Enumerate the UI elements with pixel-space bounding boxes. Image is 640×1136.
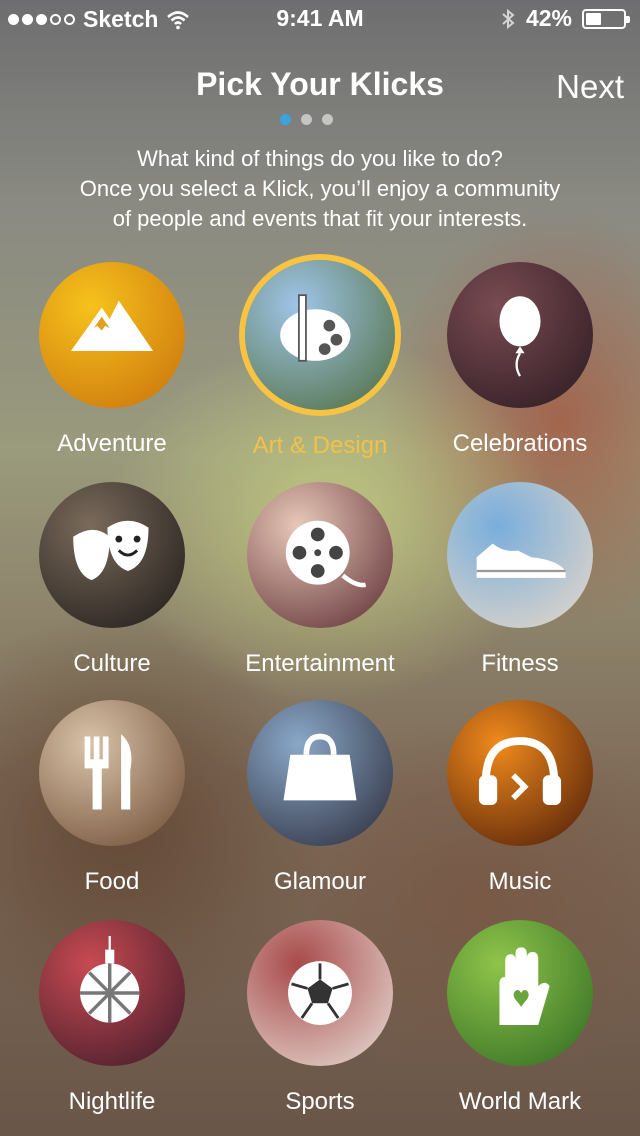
klick-image[interactable] [447, 482, 593, 628]
page-title: Pick Your Klicks [196, 66, 444, 102]
palette-brush-icon [280, 294, 351, 362]
klick-label: Entertainment [245, 650, 395, 677]
disco-ball-icon [80, 935, 140, 1023]
klick-label: Adventure [57, 430, 167, 457]
intro-text: What kind of things do you like to do? O… [0, 144, 640, 234]
klick-tile[interactable]: Food [12, 700, 212, 896]
page-dot [280, 114, 291, 125]
klick-label: Nightlife [68, 1088, 156, 1115]
klick-label: Food [84, 868, 140, 895]
page-indicator [280, 114, 333, 125]
status-bar: Sketch 9:41 AM 42% [0, 0, 640, 40]
klick-label: Glamour [273, 868, 367, 895]
theater-masks-icon [73, 520, 149, 581]
klick-image[interactable] [39, 700, 185, 846]
klick-tile[interactable]: World Mark [420, 920, 620, 1116]
klick-tile[interactable]: Music [420, 700, 620, 896]
klick-image[interactable] [447, 262, 593, 408]
klick-tile[interactable]: Sports [220, 920, 420, 1116]
klick-tile[interactable]: Entertainment [220, 482, 420, 678]
klick-label: Sports [285, 1088, 355, 1115]
intro-line: What kind of things do you like to do? [137, 146, 503, 171]
fork-knife-icon [84, 734, 132, 810]
balloon-icon [499, 296, 541, 377]
handbag-icon [283, 733, 357, 801]
intro-line: of people and events that fit your inter… [112, 206, 528, 231]
next-button[interactable]: Next [556, 68, 624, 106]
page-dot [322, 114, 333, 125]
klick-label: Culture [73, 650, 151, 677]
klick-label: Fitness [481, 650, 559, 677]
klick-image[interactable] [39, 482, 185, 628]
klick-image[interactable] [447, 700, 593, 846]
klick-tile[interactable]: Adventure [12, 262, 212, 458]
mountain-icon [70, 300, 154, 351]
klick-label: Celebrations [452, 430, 588, 457]
klick-tile[interactable]: Culture [12, 482, 212, 678]
battery-percent: 42% [525, 5, 572, 31]
klick-label: World Mark [458, 1088, 582, 1115]
klick-label: Art & Design [252, 432, 388, 459]
klick-tile[interactable]: Fitness [420, 482, 620, 678]
klick-image[interactable] [39, 920, 185, 1066]
soccer-ball-icon [288, 961, 352, 1025]
sneaker-icon [476, 543, 566, 578]
heart-hand-icon [499, 947, 550, 1025]
klick-tile[interactable]: Art & Design [220, 260, 420, 460]
klick-image[interactable] [39, 262, 185, 408]
bluetooth-icon [502, 8, 515, 29]
film-reel-icon [285, 520, 367, 588]
klick-image[interactable] [247, 482, 393, 628]
klick-tile[interactable]: Celebrations [420, 262, 620, 458]
battery-icon [582, 8, 630, 29]
headphones-icon [478, 737, 562, 805]
klick-image[interactable] [245, 260, 395, 410]
klick-tile[interactable]: Nightlife [12, 920, 212, 1116]
klick-image[interactable] [447, 920, 593, 1066]
intro-line: Once you select a Klick, you’ll enjoy a … [79, 176, 561, 201]
klick-image[interactable] [247, 700, 393, 846]
status-right: 42% [500, 5, 630, 32]
klick-label: Music [488, 868, 552, 895]
page-dot [301, 114, 312, 125]
klick-image[interactable] [247, 920, 393, 1066]
klick-tile[interactable]: Glamour [220, 700, 420, 896]
